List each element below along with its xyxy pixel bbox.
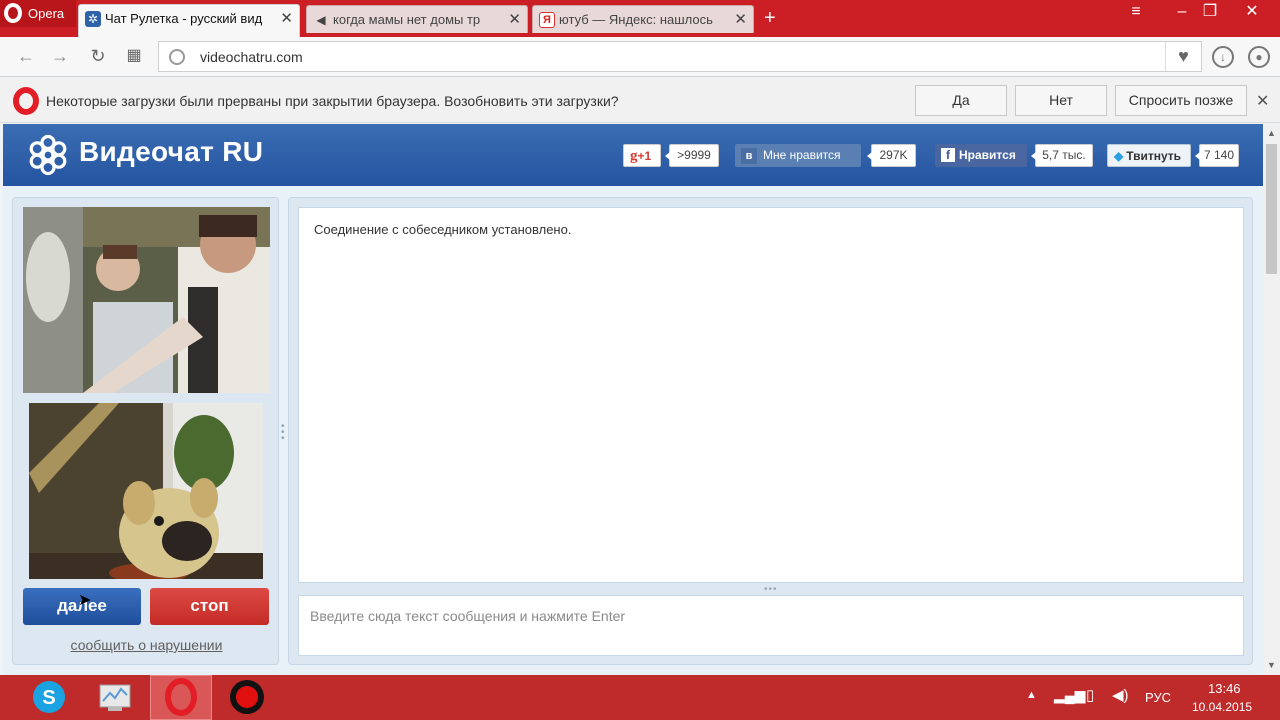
account-icon[interactable]: ● [1248, 46, 1270, 68]
site-header: Видеочат RU g+1 >9999 в Мне нравится 297K… [3, 124, 1263, 186]
chat-message: Соединение с собеседником установлено. [314, 222, 572, 237]
close-tab-icon[interactable]: ✕ [508, 6, 521, 33]
tab-menu-icon[interactable]: ≡ [1116, 2, 1156, 22]
taskbar-monitor[interactable] [84, 675, 146, 720]
self-video [29, 403, 263, 579]
vk-like-count: 297K [867, 144, 916, 167]
taskbar-skype[interactable]: S [18, 675, 80, 720]
browser-tab-strip: Opera Чат Рулетка - русский вид ✕ когда … [0, 0, 1280, 37]
close-window-icon[interactable]: ✕ [1232, 2, 1272, 22]
gplus-label: +1 [637, 149, 652, 163]
close-tab-icon[interactable]: ✕ [734, 6, 747, 33]
reload-icon[interactable]: ↻ [86, 45, 110, 67]
message-input[interactable]: Введите сюда текст сообщения и нажмите E… [298, 595, 1244, 656]
opera-logo-icon [4, 3, 22, 23]
yes-button[interactable]: Да [915, 85, 1007, 116]
ask-later-button[interactable]: Спросить позже [1115, 85, 1247, 116]
tab-videochat[interactable]: Чат Рулетка - русский вид ✕ [78, 4, 300, 37]
no-button[interactable]: Нет [1015, 85, 1107, 116]
infobar-message: Некоторые загрузки были прерваны при зак… [46, 93, 619, 109]
site-logo-icon[interactable] [27, 134, 69, 176]
language-indicator[interactable]: РУС [1145, 690, 1171, 705]
chat-log: Соединение с собеседником установлено. [298, 207, 1244, 583]
tweet-label: Твитнуть [1126, 149, 1182, 163]
tab-yandex[interactable]: ютуб — Яндекс: нашлось ✕ [532, 5, 754, 33]
vk-like-label: Мне нравится [763, 148, 841, 162]
opera-logo-icon [13, 87, 39, 115]
chat-panel: Соединение с собеседником установлено. •… [288, 197, 1253, 665]
scrollbar-thumb[interactable] [1266, 144, 1277, 274]
opera-icon [165, 678, 197, 716]
download-infobar: Некоторые загрузки были прерваны при зак… [0, 78, 1280, 123]
sound-icon [313, 12, 329, 28]
yandex-icon [539, 12, 555, 28]
facebook-like-label: Нравится [959, 148, 1016, 162]
power-icon[interactable]: ▯ [1086, 686, 1094, 704]
back-icon[interactable]: ← [14, 45, 38, 67]
tweet-count: 7 140 [1195, 144, 1239, 167]
opera-menu-label: Opera [28, 6, 65, 21]
browser-toolbar: ← → ↻ ▦ videochatru.com ♥ ↓ ● [0, 37, 1280, 77]
video-panel: далее стоп сообщить о нарушении [12, 197, 279, 665]
videochat-icon [85, 11, 101, 27]
page-scrollbar[interactable]: ▲ ▼ [1263, 124, 1280, 675]
skype-icon: S [33, 681, 65, 713]
show-hidden-icons[interactable]: ▲ [1026, 689, 1037, 701]
site-info-icon[interactable] [169, 49, 185, 65]
horizontal-splitter-handle[interactable]: ••• [764, 584, 778, 595]
tweet-button[interactable]: ◆ Твитнуть [1107, 144, 1191, 167]
new-tab-button[interactable]: + [764, 6, 776, 30]
scroll-down-icon[interactable]: ▼ [1263, 660, 1280, 670]
speed-dial-icon[interactable]: ▦ [122, 45, 146, 67]
address-bar[interactable]: videochatru.com ♥ [158, 41, 1202, 72]
bookmark-heart-icon[interactable]: ♥ [1165, 42, 1201, 71]
monitor-icon [99, 684, 131, 711]
web-page: Видеочат RU g+1 >9999 в Мне нравится 297K… [3, 124, 1263, 675]
vk-like-button[interactable]: в Мне нравится [735, 144, 861, 167]
vertical-splitter-handle[interactable]: • • • [281, 422, 285, 444]
twitter-bird-icon: ◆ [1114, 149, 1124, 163]
taskbar-opera[interactable] [150, 675, 212, 720]
mouse-cursor-icon: ➤ [78, 592, 92, 609]
windows-taskbar: S ▲ ▂▄▆ ▯ ◀) РУС 13:46 10.04.2015 [0, 675, 1280, 720]
restore-icon[interactable]: ❐ [1190, 2, 1230, 22]
facebook-like-button[interactable]: f Нравится [935, 144, 1027, 167]
scroll-up-icon[interactable]: ▲ [1263, 128, 1280, 138]
tab-title: Чат Рулетка - русский вид [105, 11, 263, 26]
record-icon [230, 680, 264, 714]
facebook-icon: f [941, 148, 955, 162]
opera-menu-button[interactable]: Opera [0, 0, 76, 27]
gplus-count: >9999 [665, 144, 719, 167]
address-text[interactable]: videochatru.com [200, 49, 303, 65]
taskbar-recorder[interactable] [216, 675, 278, 720]
vk-icon: в [741, 148, 757, 164]
partner-video [23, 207, 270, 393]
report-violation-link[interactable]: сообщить о нарушении [13, 637, 280, 653]
signal-icon[interactable]: ▂▄▆ [1054, 687, 1085, 704]
forward-icon[interactable]: → [48, 45, 72, 67]
site-logo-text[interactable]: Видеочат RU [79, 136, 263, 168]
partner-video-image [23, 207, 270, 393]
self-video-image [29, 403, 263, 579]
volume-icon[interactable]: ◀) [1112, 686, 1129, 704]
gplus-icon: g [630, 148, 638, 164]
close-tab-icon[interactable]: ✕ [280, 5, 293, 32]
gplus-button[interactable]: g+1 [623, 144, 661, 167]
clock-date[interactable]: 10.04.2015 [1192, 700, 1252, 714]
stop-button[interactable]: стоп [150, 588, 269, 625]
svg-text:S: S [42, 687, 55, 709]
clock-time[interactable]: 13:46 [1208, 681, 1241, 696]
tab-title: когда мамы нет домы тр [333, 12, 481, 27]
tab-video[interactable]: когда мамы нет домы тр ✕ [306, 5, 528, 33]
download-icon[interactable]: ↓ [1212, 46, 1234, 68]
facebook-like-count: 5,7 тыс. [1031, 144, 1093, 167]
close-infobar-icon[interactable]: ✕ [1256, 91, 1269, 111]
tab-title: ютуб — Яндекс: нашлось [559, 12, 713, 27]
